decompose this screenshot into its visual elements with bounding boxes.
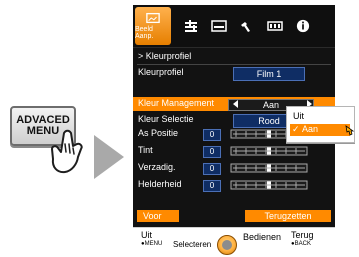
divider: [137, 64, 331, 65]
operate-label: Bedienen: [243, 232, 282, 242]
tab-memory[interactable]: [262, 7, 288, 45]
color-management-popup: Uit ✓ Aan: [286, 106, 355, 143]
checkmark-icon: ✓: [292, 124, 300, 134]
color-selection-label: Kleur Selectie: [138, 114, 194, 124]
back-sub: ●BACK: [291, 241, 311, 247]
tab-equalizer[interactable]: [178, 7, 204, 45]
tint-slider[interactable]: [230, 146, 308, 156]
dial-center: [222, 240, 232, 250]
forward-button[interactable]: Voor: [137, 210, 179, 222]
caret-left-icon: [233, 100, 238, 108]
dial-icon: [217, 235, 237, 255]
profile-label: Kleurprofiel: [138, 67, 184, 77]
exit-label: Uit: [141, 230, 152, 240]
axis-position-value: 0: [203, 129, 221, 141]
brightness-value: 0: [203, 180, 221, 192]
remote-advanced-menu: ADVACED MENU: [10, 98, 105, 188]
brightness-slider[interactable]: [230, 180, 308, 190]
color-management-label: Kleur Management: [138, 98, 215, 108]
saturation-row[interactable]: Verzadig. 0: [133, 161, 335, 175]
breadcrumb-text: > Kleurprofiel: [138, 51, 192, 61]
memory-icon: [267, 21, 283, 31]
breadcrumb: > Kleurprofiel: [133, 50, 335, 64]
select-label: Selecteren: [173, 240, 212, 249]
popup-option-uit[interactable]: Uit: [293, 111, 304, 121]
saturation-label: Verzadig.: [138, 162, 176, 172]
hand-pointer-icon: [51, 129, 83, 174]
tab-setup[interactable]: [234, 7, 260, 45]
tab-picture-adjust[interactable]: Beeld Aanp.: [135, 7, 171, 45]
tint-row[interactable]: Tint 0: [133, 144, 335, 158]
tint-value: 0: [203, 146, 221, 158]
tint-label: Tint: [138, 145, 153, 155]
tab-display[interactable]: [206, 7, 232, 45]
reset-button[interactable]: Terugzetten: [245, 210, 331, 222]
profile-row[interactable]: Kleurprofiel Film 1: [133, 66, 335, 81]
saturation-slider[interactable]: [230, 163, 308, 173]
display-icon: [211, 20, 227, 32]
popup-option-aan[interactable]: ✓ Aan: [290, 124, 350, 136]
wrench-icon: [241, 22, 250, 32]
bottom-buttons: Voor Terugzetten: [133, 210, 335, 224]
equalizer-icon: [185, 20, 197, 32]
axis-position-label: As Positie: [138, 128, 179, 138]
info-icon: [296, 19, 310, 33]
brightness-row[interactable]: Helderheid 0: [133, 178, 335, 192]
back-label: Terug: [291, 230, 314, 240]
cursor-hand-icon: [345, 125, 355, 136]
profile-value: Film 1: [233, 67, 305, 81]
top-tabs: Beeld Aanp.: [133, 5, 335, 48]
brightness-label: Helderheid: [138, 179, 182, 189]
tab-active-label: Beeld Aanp.: [135, 26, 154, 40]
saturation-value: 0: [203, 163, 221, 175]
exit-sub: ●MENU: [141, 241, 163, 247]
tab-info[interactable]: [290, 7, 316, 45]
popup-option-aan-label: Aan: [302, 124, 319, 134]
arrow-right-icon: [94, 135, 124, 179]
picture-adjust-icon: [146, 12, 160, 24]
footer: Uit ●MENU Selecteren Bedienen Terug ●BAC…: [133, 227, 335, 255]
